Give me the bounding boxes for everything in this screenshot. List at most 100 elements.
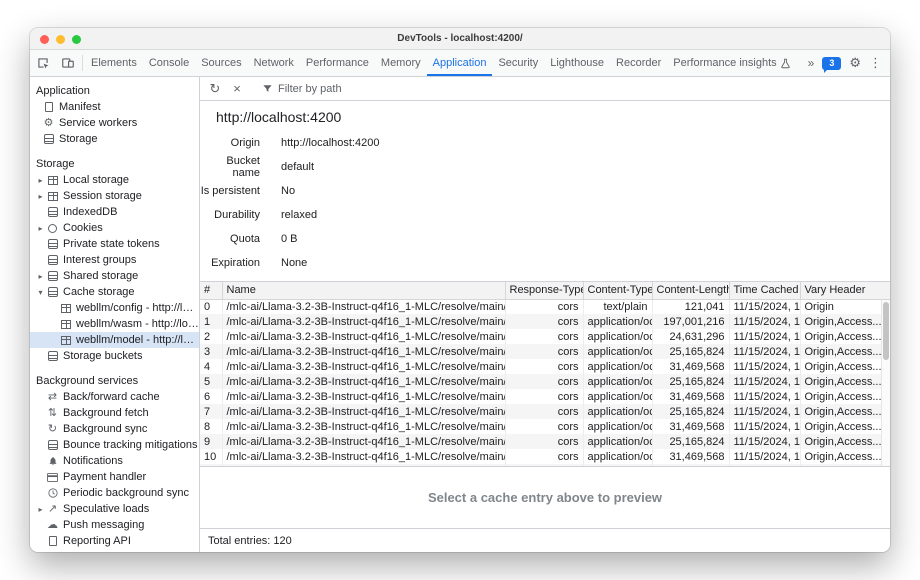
zoom-window-button[interactable] [72, 35, 81, 44]
tab-network[interactable]: Network [248, 50, 300, 76]
filter-by-path-input[interactable] [278, 83, 498, 95]
filter-funnel-icon [262, 83, 273, 94]
console-messages-badge[interactable]: 3 [822, 57, 841, 70]
cell-time-cached: 11/15/2024, 10... [729, 374, 800, 389]
sidebar-item-webllm-wasm[interactable]: webllm/wasm - http://loca... [30, 316, 199, 332]
database-icon [46, 440, 59, 450]
tab-security[interactable]: Security [492, 50, 544, 76]
cell-content-length: 25,165,824 [652, 374, 729, 389]
minimize-window-button[interactable] [56, 35, 65, 44]
sidebar-item-background-sync[interactable]: ↻ Background sync [30, 421, 199, 437]
chevron-right-icon[interactable]: ▸ [35, 272, 46, 281]
tab-elements[interactable]: Elements [85, 50, 143, 76]
sidebar-item-back-forward-cache[interactable]: ⇄ Back/forward cache [30, 389, 199, 405]
sidebar-item-shared-storage[interactable]: ▸ Shared storage [30, 268, 199, 284]
database-icon [46, 255, 59, 265]
column-header-content-length[interactable]: Content-Length [652, 282, 729, 299]
table-row[interactable]: 4 /mlc-ai/Llama-3.2-3B-Instruct-q4f16_1-… [200, 359, 890, 374]
chevron-right-icon[interactable]: ▸ [35, 505, 46, 514]
tab-recorder[interactable]: Recorder [610, 50, 667, 76]
device-toolbar-button[interactable] [55, 50, 80, 76]
chevron-right-icon[interactable]: ▸ [35, 224, 46, 233]
cell-content-length: 31,469,568 [652, 449, 729, 464]
chevron-down-icon[interactable]: ▾ [35, 288, 46, 297]
item-label: Shared storage [63, 270, 138, 282]
kebab-menu-icon[interactable]: ⋮ [869, 55, 882, 71]
delete-selected-button[interactable]: × [227, 80, 247, 98]
sidebar-item-webllm-config[interactable]: webllm/config - http://loc... [30, 300, 199, 316]
sidebar-item-push-messaging[interactable]: ☁ Push messaging [30, 517, 199, 533]
sidebar-item-speculative-loads[interactable]: ▸ ↗ Speculative loads [30, 501, 199, 517]
sidebar-item-storage-buckets[interactable]: Storage buckets [30, 348, 199, 364]
inspect-element-button[interactable] [30, 50, 55, 76]
sidebar-item-session-storage[interactable]: ▸ Session storage [30, 188, 199, 204]
column-header-name[interactable]: Name [222, 282, 505, 299]
table-row[interactable]: 8 /mlc-ai/Llama-3.2-3B-Instruct-q4f16_1-… [200, 419, 890, 434]
column-header-response-type[interactable]: Response-Type [505, 282, 583, 299]
tab-performance-insights[interactable]: Performance insights [667, 50, 796, 76]
table-row[interactable]: 6 /mlc-ai/Llama-3.2-3B-Instruct-q4f16_1-… [200, 389, 890, 404]
tab-label: Performance insights [673, 57, 776, 69]
cell-response-type: cors [505, 299, 583, 314]
sidebar-item-webllm-model[interactable]: webllm/model - http://loc... [30, 332, 199, 348]
sidebar-item-background-fetch[interactable]: ⇅ Background fetch [30, 405, 199, 421]
table-scrollbar[interactable] [881, 300, 890, 466]
chevron-right-icon[interactable]: ▸ [35, 176, 46, 185]
tab-performance[interactable]: Performance [300, 50, 375, 76]
table-row[interactable]: 7 /mlc-ai/Llama-3.2-3B-Instruct-q4f16_1-… [200, 404, 890, 419]
table-row[interactable]: 2 /mlc-ai/Llama-3.2-3B-Instruct-q4f16_1-… [200, 329, 890, 344]
total-entries-text: Total entries: 120 [208, 535, 292, 547]
tab-lighthouse[interactable]: Lighthouse [544, 50, 610, 76]
refresh-button[interactable]: ↻ [205, 80, 225, 98]
sidebar-item-interest-groups[interactable]: Interest groups [30, 252, 199, 268]
settings-gear-icon[interactable]: ⚙ [849, 55, 861, 71]
cell-index: 6 [200, 389, 222, 404]
field-label: Quota [200, 233, 260, 245]
document-icon [42, 102, 55, 112]
sidebar-item-storage[interactable]: Storage [30, 131, 199, 147]
table-row[interactable]: 0 /mlc-ai/Llama-3.2-3B-Instruct-q4f16_1-… [200, 299, 890, 314]
application-sidebar: Application Manifest ⚙ Service workers S… [30, 77, 200, 552]
sidebar-item-notifications[interactable]: Notifications [30, 453, 199, 469]
cell-vary-header: Origin,Access... [800, 404, 890, 419]
table-row[interactable]: 5 /mlc-ai/Llama-3.2-3B-Instruct-q4f16_1-… [200, 374, 890, 389]
tab-sources[interactable]: Sources [195, 50, 247, 76]
table-row[interactable]: 9 /mlc-ai/Llama-3.2-3B-Instruct-q4f16_1-… [200, 434, 890, 449]
tab-memory[interactable]: Memory [375, 50, 427, 76]
sidebar-item-reporting-api[interactable]: Reporting API [30, 533, 199, 549]
sidebar-item-manifest[interactable]: Manifest [30, 99, 199, 115]
column-header-time-cached[interactable]: Time Cached [729, 282, 800, 299]
tab-console[interactable]: Console [143, 50, 195, 76]
field-value: default [281, 161, 314, 173]
sidebar-item-payment-handler[interactable]: Payment handler [30, 469, 199, 485]
sidebar-item-indexeddb[interactable]: IndexedDB [30, 204, 199, 220]
table-row[interactable]: 11 /mlc-ai/Llama-3.2-3B-Instruct-q4f16_1… [200, 464, 890, 467]
window-title: DevTools - localhost:4200/ [30, 28, 890, 49]
sidebar-item-periodic-background-sync[interactable]: Periodic background sync [30, 485, 199, 501]
sidebar-item-service-workers[interactable]: ⚙ Service workers [30, 115, 199, 131]
item-label: Storage [59, 133, 98, 145]
sidebar-item-cache-storage[interactable]: ▾ Cache storage [30, 284, 199, 300]
cell-index: 11 [200, 464, 222, 467]
table-row[interactable]: 3 /mlc-ai/Llama-3.2-3B-Instruct-q4f16_1-… [200, 344, 890, 359]
close-window-button[interactable] [40, 35, 49, 44]
sidebar-item-private-state-tokens[interactable]: Private state tokens [30, 236, 199, 252]
sidebar-item-bounce-tracking-mitigations[interactable]: Bounce tracking mitigations [30, 437, 199, 453]
column-header-vary-header[interactable]: Vary Header [800, 282, 890, 299]
table-row[interactable]: 1 /mlc-ai/Llama-3.2-3B-Instruct-q4f16_1-… [200, 314, 890, 329]
more-tabs-icon[interactable]: » [808, 56, 815, 70]
cell-content-length: 25,165,824 [652, 434, 729, 449]
section-title: Application [30, 83, 199, 99]
chevron-right-icon[interactable]: ▸ [35, 192, 46, 201]
sidebar-item-cookies[interactable]: ▸ Cookies [30, 220, 199, 236]
table-scrollbar-thumb[interactable] [883, 302, 889, 360]
tab-label: Sources [201, 57, 241, 69]
cell-content-type: application/oc... [583, 359, 652, 374]
column-header-content-type[interactable]: Content-Type [583, 282, 652, 299]
sidebar-item-local-storage[interactable]: ▸ Local storage [30, 172, 199, 188]
sidebar-section-background-services: Background services ⇄ Back/forward cache… [30, 373, 199, 549]
metadata-row: Bucket name default [200, 155, 890, 179]
tab-application[interactable]: Application [427, 50, 493, 76]
column-header-index[interactable]: # [200, 282, 222, 299]
table-row[interactable]: 10 /mlc-ai/Llama-3.2-3B-Instruct-q4f16_1… [200, 449, 890, 464]
